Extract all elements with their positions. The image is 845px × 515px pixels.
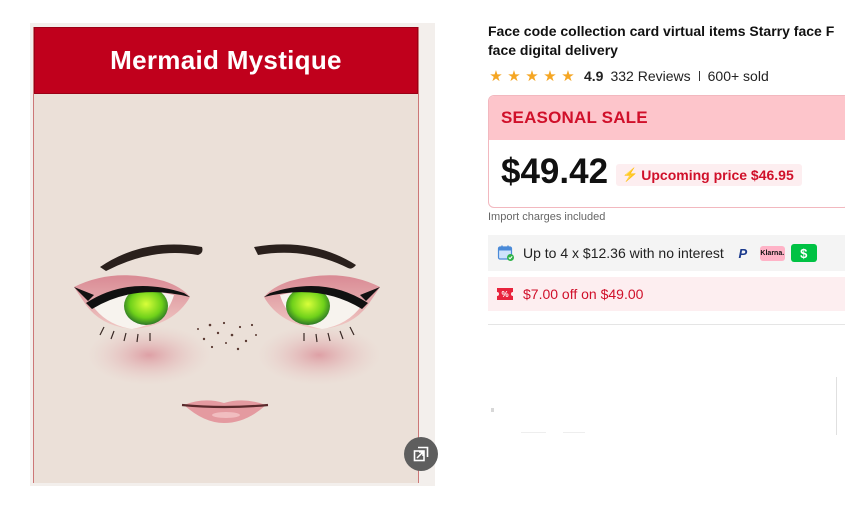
paypal-icon: P: [738, 245, 748, 261]
decorative-mark: [563, 432, 585, 433]
rating-value: 4.9: [584, 68, 604, 84]
star-icon: ★: [489, 67, 503, 85]
coupon-text: $7.00 off on $49.00: [523, 286, 644, 302]
klarna-icon: Klarna.: [759, 245, 785, 261]
star-rating: ★ ★ ★ ★ ★: [488, 69, 576, 84]
star-icon: ★: [507, 67, 521, 85]
expand-button[interactable]: [404, 437, 438, 471]
svg-text:%: %: [501, 290, 508, 299]
sale-label: SEASONAL SALE: [501, 108, 648, 127]
calendar-icon: [497, 244, 515, 262]
card-header: Mermaid Mystique: [34, 27, 418, 94]
import-charges-note: Import charges included: [488, 211, 606, 223]
decorative-mark: [491, 408, 494, 412]
section-divider: [488, 324, 845, 325]
cashapp-icon: $: [790, 244, 817, 262]
expand-icon: [413, 446, 429, 462]
upcoming-price-badge: ⚡ Upcoming price $46.95: [616, 164, 802, 186]
reviews-link[interactable]: 332 Reviews: [610, 68, 690, 84]
star-icon: ★: [525, 67, 539, 85]
product-image[interactable]: Mermaid Mystique: [30, 23, 438, 486]
product-title: Face code collection card virtual items …: [488, 22, 845, 60]
sale-header: SEASONAL SALE: [489, 96, 845, 140]
star-icon: ★: [561, 67, 575, 85]
payment-methods: P Klarna. $: [732, 244, 817, 262]
coupon-icon: %: [497, 288, 513, 300]
upcoming-price-text: Upcoming price $46.95: [641, 167, 794, 183]
installments-text: Up to 4 x $12.36 with no interest: [523, 245, 724, 261]
product-title-line1: Face code collection card virtual items …: [488, 23, 835, 39]
sold-count: 600+ sold: [707, 68, 769, 84]
product-title-line2: face digital delivery: [488, 42, 618, 58]
decorative-mark: [521, 432, 546, 433]
divider: [698, 71, 700, 81]
rating-row[interactable]: ★ ★ ★ ★ ★ 4.9 332 Reviews 600+ sold: [488, 67, 769, 85]
scroll-edge: [836, 377, 837, 435]
star-icon: ★: [543, 67, 557, 85]
face-card: Mermaid Mystique: [33, 27, 419, 483]
coupon-row[interactable]: % $7.00 off on $49.00: [488, 277, 845, 311]
installments-row[interactable]: Up to 4 x $12.36 with no interest P Klar…: [488, 235, 845, 271]
seasonal-sale-box: SEASONAL SALE $49.42 ⚡ Upcoming price $4…: [488, 95, 845, 208]
lightning-icon: ⚡: [622, 167, 639, 182]
face-illustration: [74, 244, 381, 423]
card-title: Mermaid Mystique: [110, 45, 342, 75]
price-row: $49.42 ⚡ Upcoming price $46.95: [501, 152, 802, 192]
current-price: $49.42: [501, 152, 609, 191]
